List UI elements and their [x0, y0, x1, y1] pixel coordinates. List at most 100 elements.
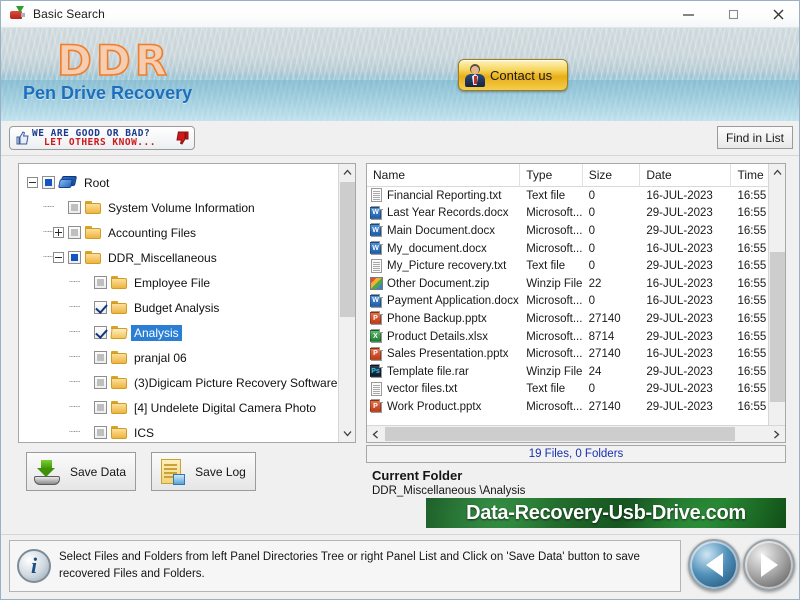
tree-node[interactable]: ┈┈ System Volume Information — [19, 195, 339, 220]
list-scroll-thumb[interactable] — [770, 252, 785, 402]
file-list-row[interactable]: vector files.txt Text file 0 29-JUL-2023 16:… — [367, 381, 770, 399]
tree-expander-minus-icon[interactable] — [27, 177, 38, 188]
tree-node-checkbox[interactable] — [94, 276, 107, 289]
file-list-row[interactable]: X Product Details.xlsx Microsoft... 8714 29-… — [367, 328, 770, 346]
list-scroll-up-icon[interactable] — [769, 164, 785, 181]
tree-expander-plus-icon[interactable] — [53, 227, 64, 238]
tree-node-checkbox[interactable] — [94, 426, 107, 439]
tree-node-checkbox[interactable] — [68, 251, 81, 264]
list-vertical-scrollbar[interactable] — [768, 164, 785, 442]
file-list-row[interactable]: Financial Reporting.txt Text file 0 16-JUL-… — [367, 187, 770, 205]
file-list-row[interactable]: P Phone Backup.pptx Microsoft... 27140 29-JU… — [367, 310, 770, 328]
maximize-button[interactable] — [711, 2, 756, 28]
list-hscroll-thumb[interactable] — [385, 427, 735, 441]
folder-icon — [85, 200, 102, 215]
file-name-label: Financial Reporting.txt — [387, 189, 502, 202]
file-list-row[interactable]: My_Picture recovery.txt Text file 0 29-JUL-… — [367, 257, 770, 275]
file-size-cell: 0 — [588, 224, 596, 237]
file-list-column-header[interactable]: Size — [583, 164, 641, 187]
tree-node[interactable]: ┈┈ Accounting Files — [19, 220, 339, 245]
tree-node-checkbox[interactable] — [94, 376, 107, 389]
tree-node-checkbox[interactable] — [94, 351, 107, 364]
person-icon — [464, 63, 486, 87]
file-date-cell: 29-JUL-2023 — [646, 260, 713, 273]
tree-node[interactable]: ┈┈ Budget Analysis — [19, 295, 339, 320]
tree-node[interactable]: Root — [19, 170, 339, 195]
file-date-cell: 16-JUL-2023 — [646, 277, 713, 290]
file-type-cell: Microsoft... — [526, 242, 583, 255]
file-size-cell: 27140 — [588, 348, 621, 361]
info-message-text: Select Files and Folders from left Panel… — [59, 550, 640, 580]
file-size-cell: 0 — [588, 207, 596, 220]
file-type-cell: Microsoft... — [526, 348, 583, 361]
file-list-column-header[interactable]: Time — [731, 164, 770, 187]
file-type-cell: Microsoft... — [526, 224, 583, 237]
tree-connector-icon: ┈┈ — [69, 377, 80, 388]
file-list-row[interactable]: P Sales Presentation.pptx Microsoft... 2714… — [367, 345, 770, 363]
file-list-row[interactable]: Ps Template file.rar Winzip File 24 29-JUL-2… — [367, 363, 770, 381]
file-list-row[interactable]: P Work Product.pptx Microsoft... 27140 29-JU… — [367, 398, 770, 416]
tree-scroll-up-icon[interactable] — [339, 164, 355, 181]
tree-node-checkbox[interactable] — [68, 201, 81, 214]
rate-us-badge[interactable]: WE ARE GOOD OR BAD? LET OTHERS KNOW... — [9, 126, 195, 150]
save-log-button[interactable]: Save Log — [151, 452, 256, 491]
tree-node[interactable]: ┈┈ [4] Undelete Digital Camera Photo — [19, 395, 339, 420]
next-button[interactable] — [743, 539, 795, 591]
tree-node[interactable]: ┈┈ (3)Digicam Picture Recovery Software — [19, 370, 339, 395]
tree-scroll-thumb[interactable] — [340, 182, 355, 317]
tree-scroll-down-icon[interactable] — [339, 425, 355, 442]
file-name-label: Phone Backup.pptx — [387, 312, 487, 325]
word-document-icon: W — [370, 223, 383, 238]
file-count-status: 19 Files, 0 Folders — [366, 445, 786, 463]
file-list-column-header[interactable]: Type — [520, 164, 583, 187]
file-list-column-header[interactable]: Name — [367, 164, 521, 187]
tree-expander-placeholder — [79, 377, 90, 388]
list-scroll-right-icon[interactable] — [768, 426, 785, 442]
file-list-row[interactable]: Other Document.zip Winzip File 22 16-JUL-20… — [367, 275, 770, 293]
tree-connector-icon: ┈┈ — [69, 427, 80, 438]
tree-node[interactable]: ┈┈ DDR_Miscellaneous — [19, 245, 339, 270]
save-log-label: Save Log — [195, 464, 246, 479]
find-in-list-button[interactable]: Find in List — [717, 126, 793, 149]
powerpoint-file-icon: P — [370, 399, 383, 414]
tree-node-checkbox[interactable] — [68, 226, 81, 239]
file-list-column-header[interactable]: Date — [640, 164, 732, 187]
file-list-row[interactable]: W Main Document.docx Microsoft... 0 29-JUL-2… — [367, 222, 770, 240]
list-horizontal-scrollbar[interactable] — [367, 425, 785, 442]
tree-node-checkbox[interactable] — [94, 401, 107, 414]
tree-node-checkbox[interactable] — [94, 301, 107, 314]
window-title: Basic Search — [33, 7, 105, 21]
file-list-row[interactable]: W Last Year Records.docx Microsoft... 0 29-J… — [367, 205, 770, 223]
save-data-button[interactable]: Save Data — [26, 452, 136, 491]
file-type-cell: Text file — [526, 189, 566, 202]
tree-node[interactable]: ┈┈ ICS — [19, 420, 339, 442]
tree-node[interactable]: ┈┈ pranjal 06 — [19, 345, 339, 370]
minimize-button[interactable] — [666, 2, 711, 28]
tree-vertical-scrollbar[interactable] — [338, 164, 355, 442]
close-button[interactable] — [756, 2, 799, 28]
tree-expander-minus-icon[interactable] — [53, 252, 64, 263]
contact-us-label: Contact us — [490, 67, 553, 83]
tree-expander-placeholder — [79, 427, 90, 438]
tree-node[interactable]: ┈┈ Employee File — [19, 270, 339, 295]
tree-expander-placeholder — [79, 402, 90, 413]
contact-us-button[interactable]: Contact us — [458, 59, 568, 91]
file-list-row[interactable]: W My_document.docx Microsoft... 0 16-JUL-202… — [367, 240, 770, 258]
folder-icon — [85, 250, 102, 265]
file-name-cell: P Sales Presentation.pptx — [367, 346, 520, 362]
tree-node-checkbox[interactable] — [42, 176, 55, 189]
file-list-row[interactable]: W Payment Application.docx Microsoft... 0 16… — [367, 293, 770, 311]
file-time-cell: 16:55 — [737, 330, 767, 343]
drive-icon — [58, 175, 78, 190]
file-list-header: Name Type Size Date Time — [367, 164, 770, 187]
tree-expander-placeholder — [79, 302, 90, 313]
back-button[interactable] — [688, 539, 740, 591]
file-list-panel[interactable]: Name Type Size Date Time Financial Reporting… — [366, 163, 786, 443]
tree-node-checkbox[interactable] — [94, 326, 107, 339]
file-time-cell: 16:55 — [737, 207, 767, 220]
directory-tree-panel[interactable]: Root ┈┈ System Volume Information ┈┈ Account… — [18, 163, 356, 443]
list-scroll-left-icon[interactable] — [367, 426, 384, 442]
tree-node[interactable]: ┈┈ Analysis — [19, 320, 339, 345]
arrow-right-icon — [760, 553, 778, 577]
photoshop-file-icon: Ps — [370, 364, 383, 379]
